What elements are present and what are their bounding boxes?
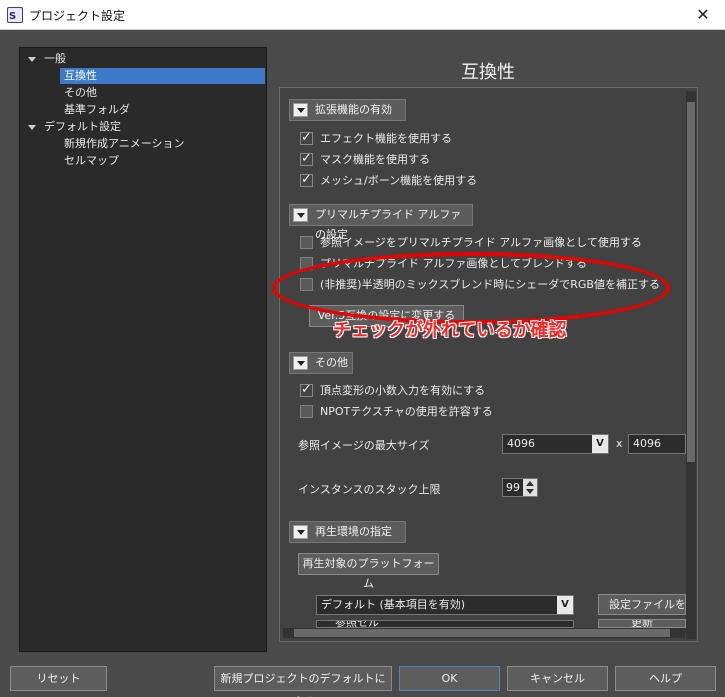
times-symbol: x	[616, 437, 623, 450]
section-misc-header[interactable]: その他	[289, 352, 353, 374]
checkbox-label: マスク機能を使用する	[320, 153, 430, 166]
list-item: 参照セル	[335, 620, 379, 628]
stack-limit-label: インスタンスのスタック上限	[298, 483, 441, 496]
tree-item-compat[interactable]: 互換性	[60, 68, 265, 84]
checkbox[interactable]	[300, 405, 313, 418]
svg-text:S: S	[9, 11, 16, 22]
dropdown-value: 4096	[633, 437, 661, 450]
chevron-down-icon[interactable]: V	[592, 435, 608, 453]
dropdown-value: デフォルト (基本項目を有効)	[321, 598, 466, 611]
tree-item-general[interactable]: 一般	[44, 51, 66, 67]
window-title: プロジェクト設定	[29, 9, 126, 23]
section-ext-header[interactable]: 拡張機能の有効	[289, 99, 406, 121]
checkbox[interactable]	[300, 382, 313, 398]
checkbox[interactable]	[300, 151, 313, 167]
arrow-down-icon[interactable]	[526, 489, 534, 494]
max-size-width-select[interactable]: 4096 V	[502, 434, 609, 454]
section-playback-header[interactable]: 再生環境の指定	[289, 521, 406, 543]
cut-list-row[interactable]: 参照セル	[316, 620, 574, 628]
tree-item-default-settings[interactable]: デフォルト設定	[44, 119, 121, 135]
dropdown-value: 4096	[507, 437, 535, 450]
collapse-icon[interactable]	[293, 356, 308, 370]
platform-select[interactable]: デフォルト (基本項目を有効) V	[316, 595, 574, 615]
section-misc-title: その他	[315, 356, 348, 369]
tree-item-other[interactable]: その他	[64, 85, 97, 101]
app-icon: S	[7, 7, 23, 23]
arrow-up-icon[interactable]	[526, 481, 534, 486]
panel-title: 互換性	[461, 62, 515, 83]
checkbox-label: NPOTテクスチャの使用を許容する	[320, 405, 493, 418]
settings-tree: 一般 互換性 その他 基準フォルダ デフォルト設定 新規作成アニメーション セル…	[19, 47, 267, 652]
section-premul-header[interactable]: プリマルチプライド アルファの設定	[289, 204, 473, 241]
make-default-button[interactable]: 新規プロジェクトのデフォルトにする	[214, 666, 392, 697]
chevron-down-icon[interactable]: V	[557, 596, 573, 614]
max-size-height-select[interactable]: 4096	[628, 434, 686, 454]
tab-target-platform[interactable]: 再生対象のプラットフォーム	[298, 553, 439, 590]
expand-arrow-icon[interactable]	[28, 57, 36, 62]
checkbox-label: メッシュ/ボーン機能を使用する	[320, 174, 478, 187]
ok-button[interactable]: OK	[399, 666, 500, 691]
checkbox[interactable]	[300, 130, 313, 146]
tree-item-new-animation[interactable]: 新規作成アニメーション	[64, 136, 185, 152]
tree-item-base-folder[interactable]: 基準フォルダ	[64, 102, 130, 118]
expand-arrow-icon[interactable]	[28, 125, 36, 130]
open-config-button[interactable]: 設定ファイルを開	[598, 594, 686, 615]
section-playback-title: 再生環境の指定	[315, 525, 392, 538]
tree-item-cellmap[interactable]: セルマップ	[64, 153, 119, 169]
checkbox-label: エフェクト機能を使用する	[320, 132, 452, 145]
spinner-buttons[interactable]	[523, 479, 537, 496]
horizontal-scrollbar-thumb[interactable]	[294, 629, 670, 637]
checkbox-label: 頂点変形の小数入力を有効にする	[320, 384, 486, 397]
collapse-icon[interactable]	[293, 103, 308, 117]
annotation-ellipse	[272, 252, 670, 324]
update-button[interactable]: 更新	[598, 619, 686, 628]
close-icon[interactable]: ✕	[681, 0, 725, 30]
checkbox-label: 参照イメージをプリマルチプライド アルファ画像として使用する	[320, 236, 642, 249]
annotation-text: チェックが外れているか確認	[333, 320, 567, 341]
help-button[interactable]: ヘルプ	[615, 666, 716, 691]
checkbox[interactable]	[300, 172, 313, 188]
section-ext-title: 拡張機能の有効	[315, 103, 392, 116]
collapse-icon[interactable]	[293, 208, 308, 222]
vertical-scrollbar-thumb[interactable]	[687, 102, 695, 462]
checkbox[interactable]	[300, 236, 313, 249]
collapse-icon[interactable]	[293, 525, 308, 539]
stack-limit-spinner[interactable]: 99	[502, 478, 538, 497]
title-bar: S プロジェクト設定 ✕	[0, 0, 725, 30]
spinner-value: 99	[506, 481, 520, 494]
cancel-button[interactable]: キャンセル	[507, 666, 608, 691]
reset-button[interactable]: リセット	[10, 666, 107, 691]
max-size-label: 参照イメージの最大サイズ	[298, 439, 430, 452]
